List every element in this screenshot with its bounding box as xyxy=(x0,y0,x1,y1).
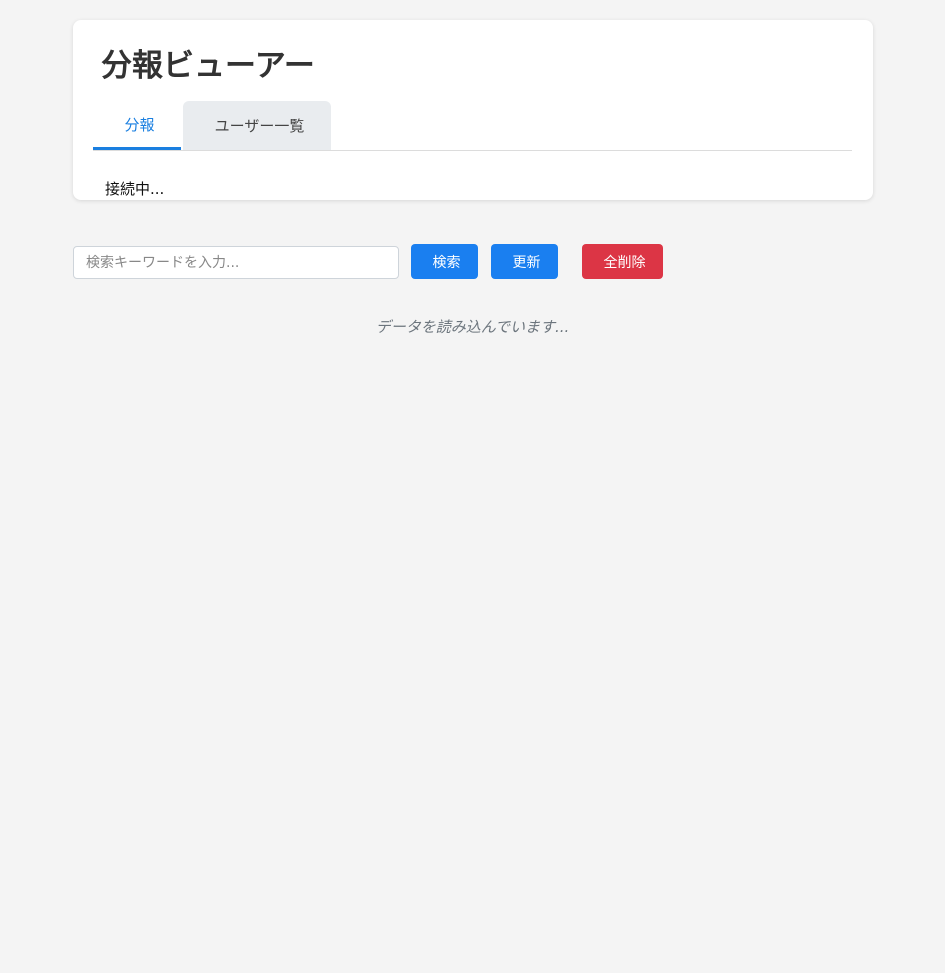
connection-status: 接続中... xyxy=(105,180,165,198)
refresh-button-label: 更新 xyxy=(512,254,541,271)
search-button-label: 検索 xyxy=(432,254,461,271)
app-container: 分報ビューアー 分報 ユーザー一覧 接続中... xyxy=(73,20,873,200)
tab-feed[interactable]: 分報 xyxy=(93,101,181,150)
tab-users[interactable]: ユーザー一覧 xyxy=(183,101,331,150)
refresh-button[interactable]: 更新 xyxy=(491,244,558,279)
page-title: 分報ビューアー xyxy=(93,44,853,88)
header-card: 分報ビューアー 分報 ユーザー一覧 xyxy=(73,20,873,200)
delete-all-button-label: 全削除 xyxy=(603,254,646,271)
tab-feed-label: 分報 xyxy=(124,115,155,134)
search-button[interactable]: 検索 xyxy=(411,244,478,279)
search-input[interactable] xyxy=(73,246,399,279)
loading-message: データを読み込んでいます... xyxy=(375,318,570,336)
tab-users-label: ユーザー一覧 xyxy=(214,117,305,135)
search-toolbar: 検索 更新 全削除 xyxy=(73,244,673,279)
delete-all-button[interactable]: 全削除 xyxy=(582,244,663,279)
page-title-text: 分報ビューアー xyxy=(101,48,315,84)
tab-bar: 分報 ユーザー一覧 xyxy=(93,101,852,151)
